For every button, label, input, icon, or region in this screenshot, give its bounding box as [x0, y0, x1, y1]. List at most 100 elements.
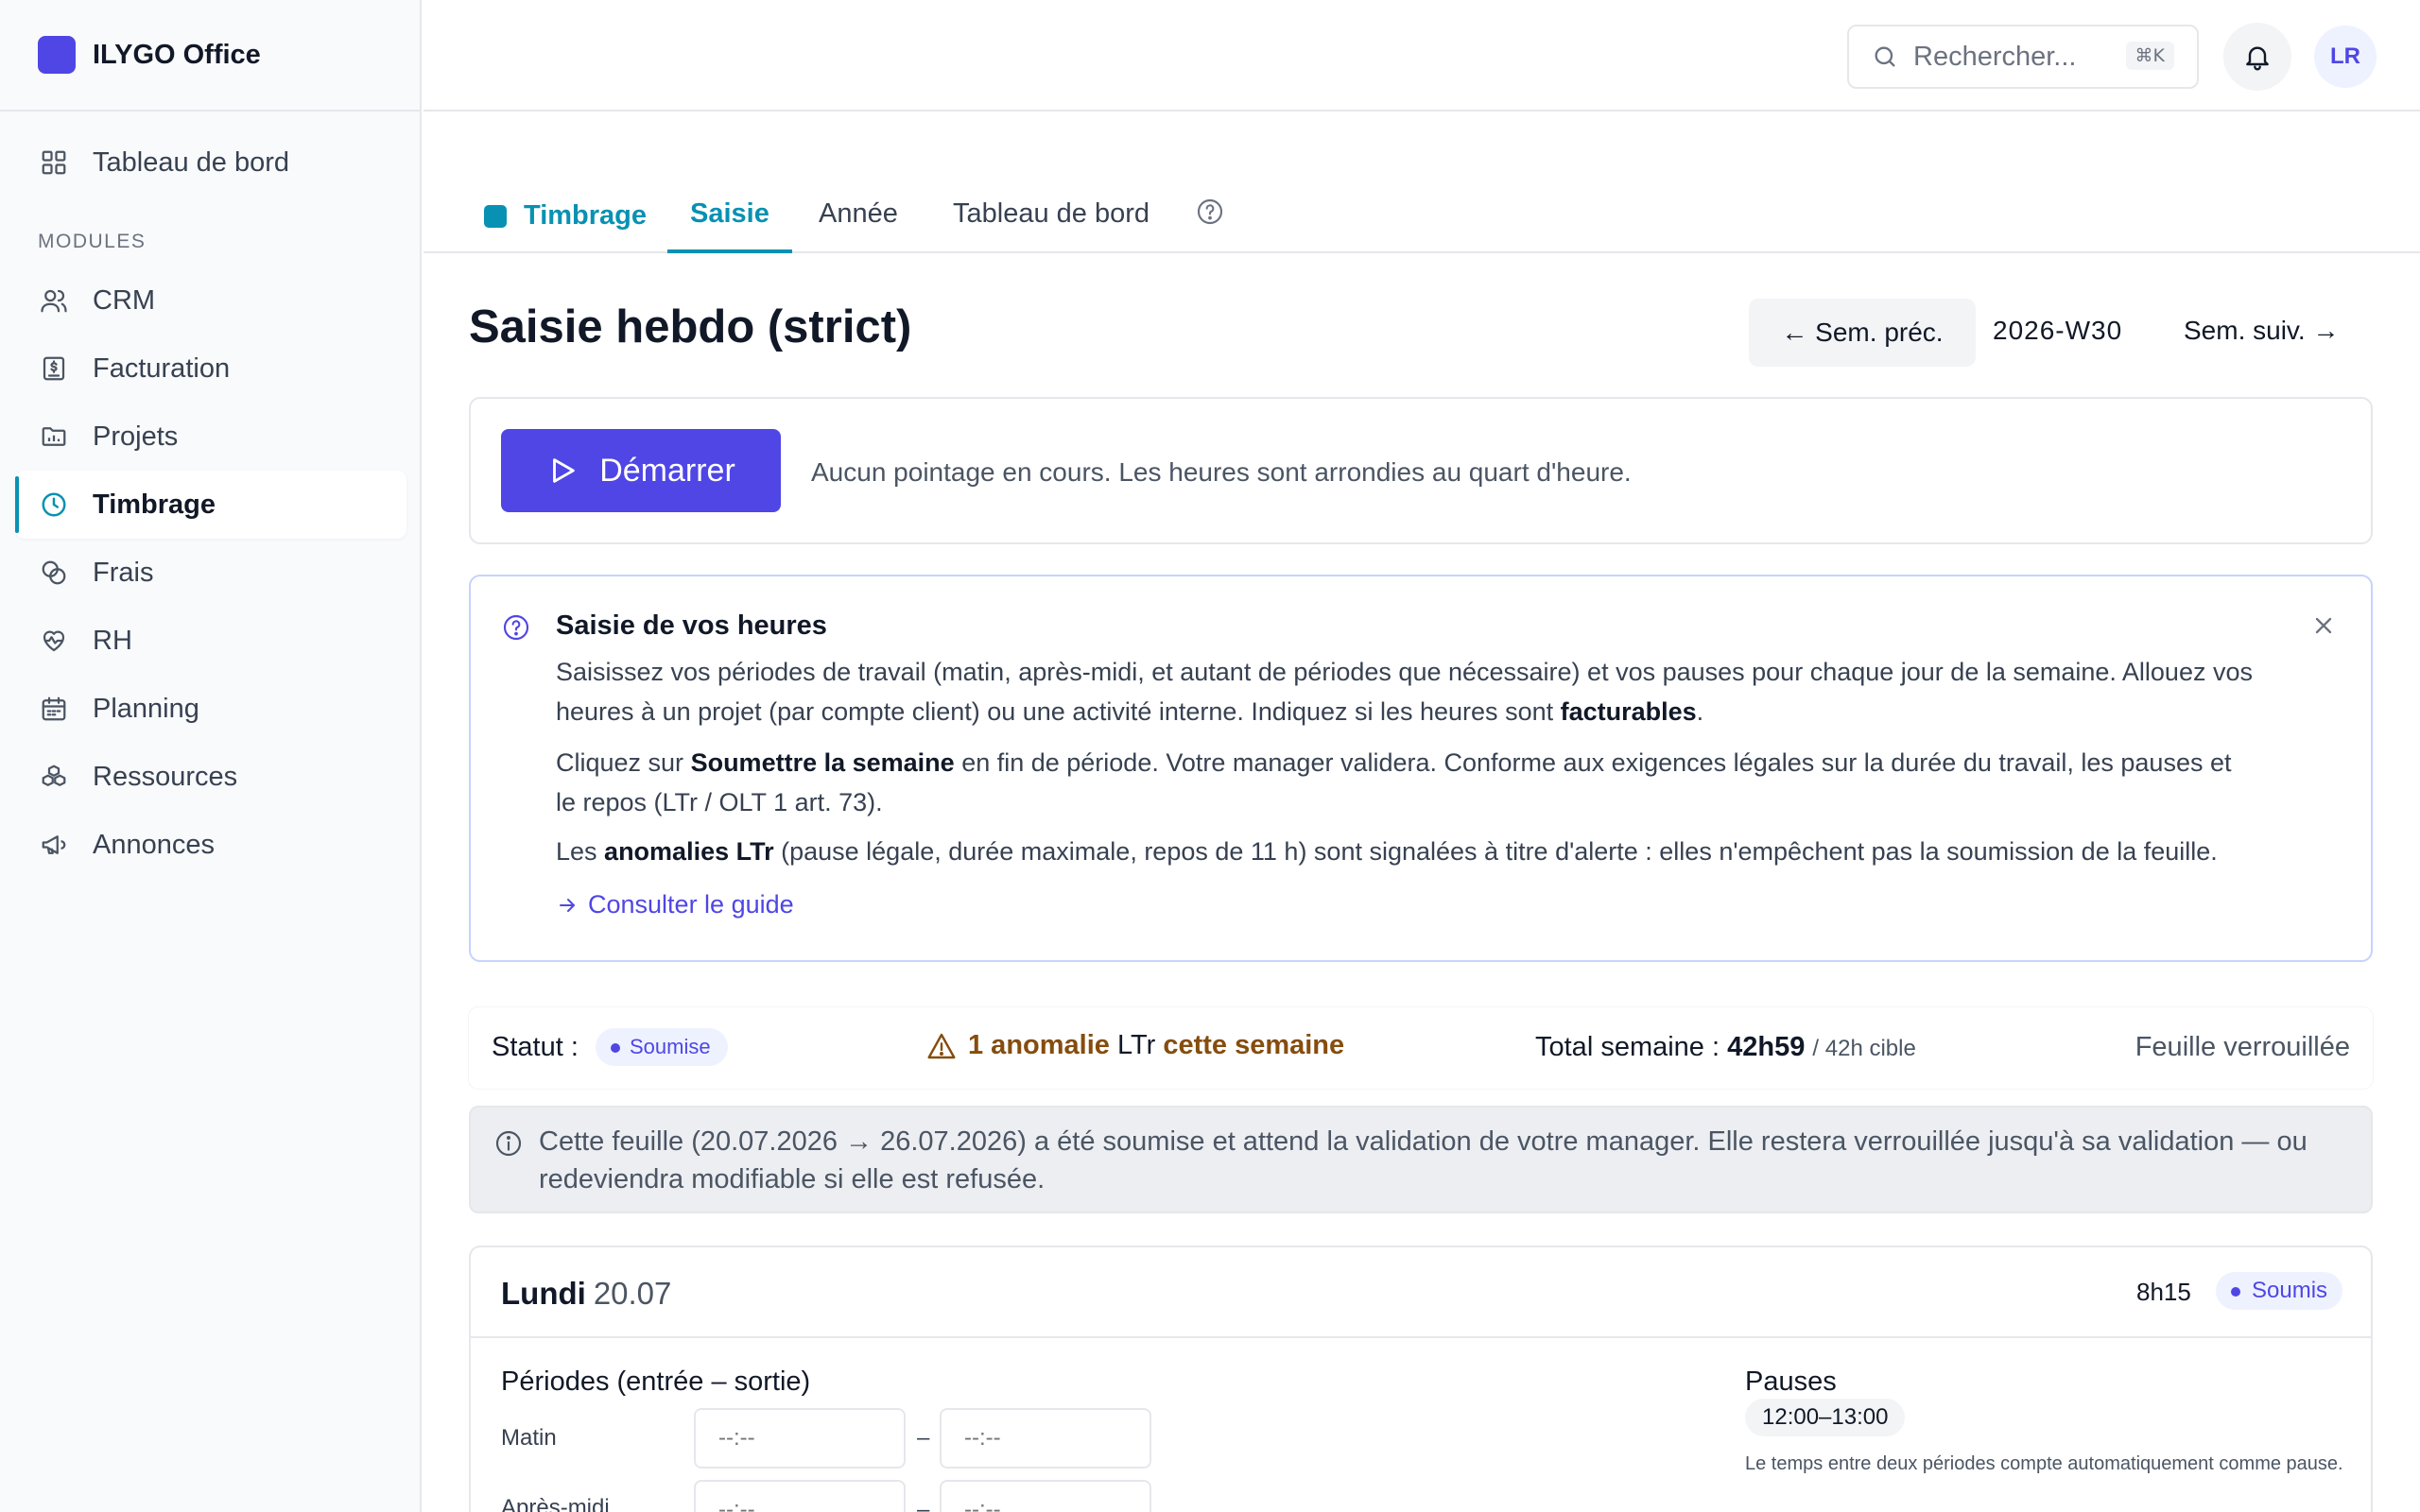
pause-note: Le temps entre deux périodes compte auto…: [1745, 1453, 2343, 1474]
status-label: Statut :: [492, 1032, 579, 1062]
help-paragraph-2: Cliquez sur Soumettre la semaine en fin …: [556, 748, 2232, 816]
help-circle-icon[interactable]: [1195, 197, 1225, 227]
coins-icon: [38, 557, 70, 589]
help-paragraph-3: Les anomalies LTr (pause légale, durée m…: [556, 837, 2218, 866]
sidebar-item-label: Planning: [93, 693, 199, 724]
dashboard-icon: [38, 146, 70, 179]
submission-notice: Cette feuille (20.07.2026 → 26.07.2026) …: [469, 1106, 2373, 1213]
anomaly-type: LTr: [1116, 1030, 1156, 1060]
help-title: Saisie de vos heures: [556, 610, 827, 641]
next-week-button[interactable]: Sem. suiv. →: [2184, 316, 2339, 346]
notifications-button[interactable]: [2223, 23, 2291, 91]
period-end-input[interactable]: [940, 1480, 1151, 1512]
anomaly-suffix: cette semaine: [1163, 1030, 1345, 1060]
sidebar-section-label: MODULES: [38, 231, 147, 252]
heart-pulse-icon: [38, 625, 70, 657]
sidebar-item-annonces[interactable]: Annonces: [15, 811, 406, 879]
sidebar-item-frais[interactable]: Frais: [15, 539, 406, 607]
sidebar-item-facturation[interactable]: Facturation: [15, 335, 406, 403]
anomaly-count: 1 anomalie: [968, 1030, 1110, 1060]
day-hours: 8h15: [2136, 1278, 2191, 1306]
week-total-target: / 42h cible: [1812, 1036, 1916, 1061]
week-total-value: 42h59: [1727, 1032, 1806, 1062]
sidebar-item-crm[interactable]: CRM: [15, 266, 406, 335]
sidebar-item-label: Ressources: [93, 761, 238, 792]
sidebar-item-projets[interactable]: Projets: [15, 403, 406, 471]
sidebar-item-timbrage[interactable]: Timbrage: [15, 471, 406, 539]
sidebar-item-label: Timbrage: [93, 489, 216, 520]
sidebar-item-ressources[interactable]: Ressources: [15, 743, 406, 811]
guide-link[interactable]: Consulter le guide: [556, 890, 794, 919]
search-box[interactable]: ⌘K: [1847, 25, 2199, 89]
app-name: ILYGO Office: [93, 39, 261, 70]
module-title: Timbrage: [484, 200, 647, 232]
help-paragraph-1: Saisissez vos périodes de travail (matin…: [556, 658, 2253, 726]
day-status-badge: Soumis: [2216, 1272, 2343, 1310]
module-tabs: Timbrage Saisie Année Tableau de bord: [424, 180, 2420, 253]
sidebar-item-label: Projets: [93, 421, 179, 452]
timer-status-text: Aucun pointage en cours. Les heures sont…: [811, 457, 1632, 487]
period-start-input[interactable]: [694, 1408, 906, 1469]
tab-annee[interactable]: Année: [819, 198, 898, 253]
guide-link-label: Consulter le guide: [588, 890, 794, 919]
search-input[interactable]: [1913, 41, 2121, 73]
page-title: Saisie hebdo (strict): [469, 301, 912, 352]
folder-icon: [38, 421, 70, 453]
tab-tableau-de-bord[interactable]: Tableau de bord: [953, 198, 1150, 253]
users-icon: [38, 284, 70, 317]
start-button-label: Démarrer: [599, 452, 735, 489]
week-total: Total semaine : 42h59 / 42h cible: [1535, 1032, 1916, 1062]
locked-status: Feuille verrouillée: [2135, 1032, 2350, 1062]
sidebar-item-label: Facturation: [93, 352, 231, 384]
period-separator: –: [917, 1497, 930, 1512]
warning-icon: [926, 1031, 968, 1061]
periods-title: Périodes (entrée – sortie): [501, 1366, 811, 1397]
week-label: 2026-W30: [1993, 316, 2123, 345]
clock-icon: [38, 489, 70, 521]
sidebar: ILYGO Office Tableau de bord MODULES CRM…: [0, 0, 422, 1512]
search-shortcut: ⌘K: [2125, 42, 2174, 70]
help-circle-icon: [501, 612, 531, 643]
timer-card: Démarrer Aucun pointage en cours. Les he…: [469, 397, 2373, 544]
tab-saisie[interactable]: Saisie: [667, 198, 792, 253]
bell-icon: [2242, 42, 2273, 72]
pauses-title: Pauses: [1745, 1366, 1837, 1397]
megaphone-icon: [38, 829, 70, 861]
arrow-right-icon: [556, 894, 588, 917]
help-panel: Saisie de vos heures Saisissez vos pério…: [469, 575, 2373, 962]
day-card: Lundi 20.07 8h15 Soumis Périodes (entrée …: [469, 1246, 2373, 1512]
module-icon: [484, 204, 507, 228]
sidebar-item-rh[interactable]: RH: [15, 607, 406, 675]
sidebar-item-label: Annonces: [93, 829, 215, 860]
start-button[interactable]: Démarrer: [501, 429, 781, 512]
day-name: Lundi 20.07: [501, 1276, 672, 1311]
sidebar-item-tableau-de-bord[interactable]: Tableau de bord: [15, 129, 406, 197]
info-icon: [493, 1128, 524, 1159]
period-start-input[interactable]: [694, 1480, 906, 1512]
period-separator: –: [917, 1425, 930, 1451]
period-label-matin: Matin: [501, 1425, 557, 1451]
day-header: Lundi 20.07 8h15 Soumis: [471, 1247, 2371, 1338]
search-icon: [1872, 43, 1898, 70]
sidebar-item-label: Frais: [93, 557, 154, 588]
topbar: ⌘K LR: [424, 0, 2420, 112]
play-icon: [546, 455, 599, 487]
close-icon[interactable]: [2310, 612, 2337, 639]
previous-week-button[interactable]: ← Sem. préc.: [1749, 299, 1976, 367]
anomaly-indicator[interactable]: 1 anomalie LTr cette semaine: [926, 1030, 1344, 1061]
brand[interactable]: ILYGO Office: [0, 0, 420, 112]
status-bar: Statut : Soumise 1 anomalie LTr cette se…: [469, 1007, 2373, 1089]
module-label: Timbrage: [524, 200, 648, 231]
sidebar-item-planning[interactable]: Planning: [15, 675, 406, 743]
period-end-input[interactable]: [940, 1408, 1151, 1469]
invoice-icon: [38, 352, 70, 385]
day-date: 20.07: [593, 1276, 672, 1311]
brand-logo: [38, 36, 76, 74]
submission-notice-text: Cette feuille (20.07.2026 → 26.07.2026) …: [539, 1126, 2308, 1194]
calendar-icon: [38, 693, 70, 725]
status-badge: Soumise: [596, 1028, 728, 1066]
period-label-apres-midi: Après-midi: [501, 1495, 610, 1512]
pause-chip[interactable]: 12:00–13:00: [1745, 1399, 1906, 1436]
sidebar-item-label: CRM: [93, 284, 156, 316]
avatar[interactable]: LR: [2314, 26, 2377, 88]
